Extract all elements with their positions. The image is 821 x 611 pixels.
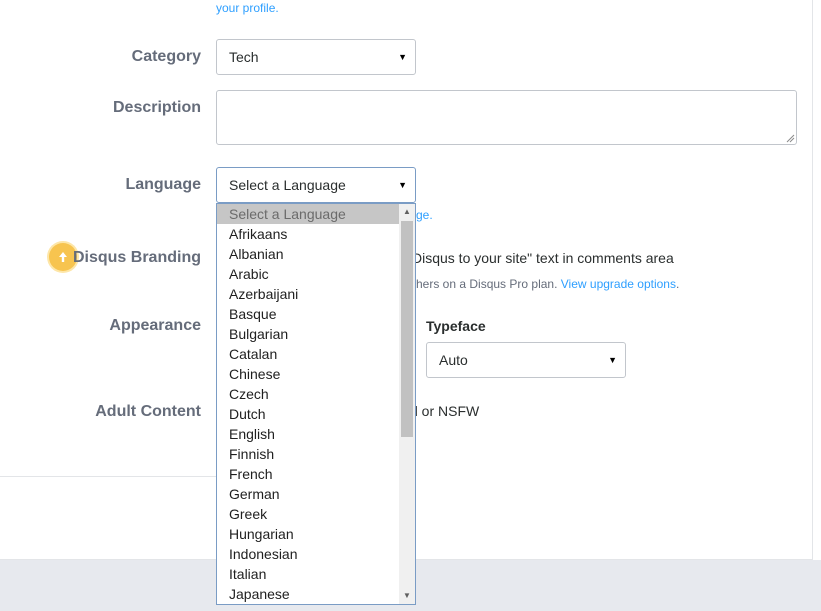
- branding-text: Disqus to your site" text in comments ar…: [412, 250, 674, 266]
- language-option[interactable]: English: [217, 424, 400, 444]
- language-option[interactable]: Greek: [217, 504, 400, 524]
- resize-grip-icon[interactable]: [786, 134, 795, 143]
- language-option[interactable]: Chinese: [217, 364, 400, 384]
- language-option[interactable]: French: [217, 464, 400, 484]
- language-option[interactable]: Hungarian: [217, 524, 400, 544]
- language-option[interactable]: Arabic: [217, 264, 400, 284]
- adult-content-text: d or NSFW: [410, 403, 480, 419]
- branding-label: Disqus Branding: [72, 249, 201, 266]
- language-option[interactable]: German: [217, 484, 400, 504]
- branding-note-end: .: [675, 277, 680, 291]
- language-option[interactable]: Azerbaijani: [217, 284, 400, 304]
- language-option[interactable]: Select a Language: [217, 204, 400, 224]
- category-select[interactable]: Tech ▼: [216, 39, 416, 75]
- panel-right-border: [812, 0, 813, 560]
- typeface-select[interactable]: Auto ▼: [426, 342, 626, 378]
- category-value: Tech: [229, 49, 259, 65]
- chevron-down-icon: ▼: [398, 180, 407, 190]
- language-label: Language: [125, 176, 201, 193]
- adult-content-label: Adult Content: [95, 403, 201, 420]
- language-option[interactable]: Basque: [217, 304, 400, 324]
- language-value: Select a Language: [229, 177, 346, 193]
- language-option[interactable]: Czech: [217, 384, 400, 404]
- description-label: Description: [112, 99, 201, 116]
- language-select[interactable]: Select a Language ▼: [216, 167, 416, 203]
- language-option[interactable]: Catalan: [217, 344, 400, 364]
- description-textarea[interactable]: [216, 90, 797, 145]
- branding-note: shers on a Disqus Pro plan. View upgrade…: [410, 277, 679, 291]
- language-dropdown-list[interactable]: Select a Language Afrikaans Albanian Ara…: [216, 203, 416, 605]
- branding-note-text: shers on a Disqus Pro plan.: [410, 277, 558, 291]
- profile-link[interactable]: your profile.: [216, 1, 279, 15]
- typeface-label: Typeface: [426, 318, 486, 334]
- scrollbar-thumb[interactable]: [401, 221, 413, 437]
- upgrade-options-link[interactable]: View upgrade options: [561, 277, 676, 291]
- language-option[interactable]: Indonesian: [217, 544, 400, 564]
- chevron-down-icon: ▼: [398, 52, 407, 62]
- language-option[interactable]: Japanese: [217, 584, 400, 604]
- language-option[interactable]: Dutch: [217, 404, 400, 424]
- category-label: Category: [131, 48, 201, 65]
- language-option[interactable]: Albanian: [217, 244, 400, 264]
- dropdown-scrollbar[interactable]: ▲ ▼: [399, 204, 415, 604]
- chevron-down-icon: ▼: [608, 355, 617, 365]
- language-option[interactable]: Bulgarian: [217, 324, 400, 344]
- language-option[interactable]: Finnish: [217, 444, 400, 464]
- language-option[interactable]: Italian: [217, 564, 400, 584]
- language-hint-link[interactable]: ge.: [416, 208, 433, 222]
- appearance-label: Appearance: [109, 317, 201, 334]
- scroll-down-arrow-icon[interactable]: ▼: [399, 588, 415, 604]
- scroll-up-arrow-icon[interactable]: ▲: [399, 204, 415, 220]
- typeface-value: Auto: [439, 352, 468, 368]
- language-option[interactable]: Afrikaans: [217, 224, 400, 244]
